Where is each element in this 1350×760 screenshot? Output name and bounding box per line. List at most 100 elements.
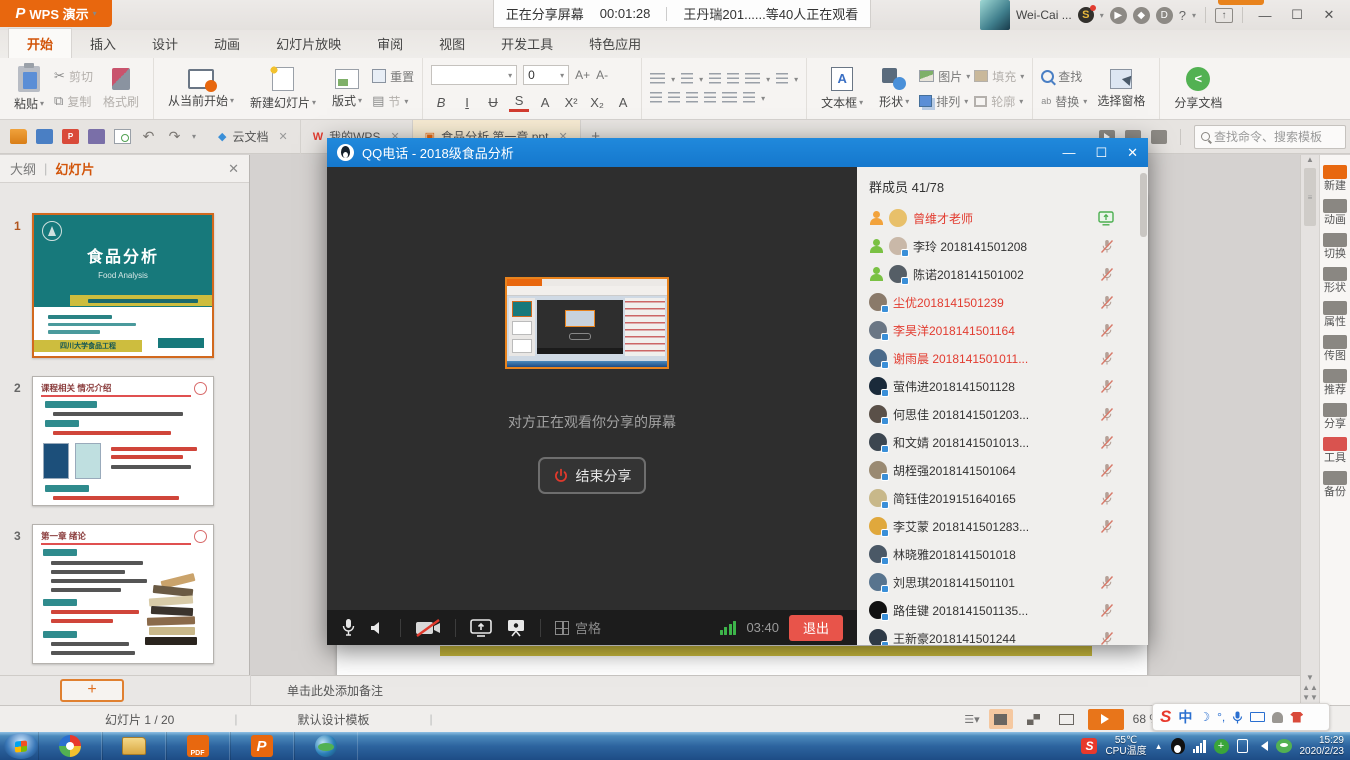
font-size-select[interactable]: 0▾ (523, 65, 569, 85)
shrink-font-button[interactable]: A- (596, 68, 608, 82)
task-pane-item[interactable]: 属性 (1323, 301, 1347, 328)
skin-icon[interactable] (1290, 712, 1303, 723)
numbered-list-icon[interactable] (681, 73, 693, 85)
sogou-logo-icon[interactable]: S (1160, 707, 1171, 727)
task-pane-item[interactable]: 分享 (1323, 403, 1347, 430)
add-slide-button[interactable]: + (60, 679, 124, 702)
maximize-button[interactable]: ☐ (1284, 4, 1310, 26)
font-style-button[interactable]: A (613, 92, 633, 112)
format-painter-button[interactable]: 格式刷 (97, 60, 145, 117)
taskbar-explorer-button[interactable] (102, 732, 166, 760)
slideshow-play-button[interactable] (1088, 709, 1124, 730)
copy-button[interactable]: ⧉复制 (54, 93, 93, 110)
account-dropdown-icon[interactable]: ▾ (1100, 11, 1104, 20)
font-style-button[interactable]: S (509, 92, 529, 112)
font-style-button[interactable]: I (457, 92, 477, 112)
mic-muted-icon[interactable] (1100, 435, 1114, 453)
save-icon[interactable] (36, 129, 53, 144)
arrange-button[interactable]: 排列▾ (919, 93, 970, 110)
design-template-label[interactable]: 默认设计模板 (297, 711, 369, 728)
member-row[interactable]: 简钰佳2019151640165 (857, 484, 1148, 512)
quick-access-dropdown-icon[interactable]: ▾ (192, 132, 196, 141)
text-direction-icon[interactable] (745, 73, 760, 85)
system-clock[interactable]: 15:292020/2/23 (1300, 735, 1345, 757)
member-row[interactable]: 王新豪2018141501244 (857, 624, 1148, 645)
mic-muted-icon[interactable] (1100, 631, 1114, 645)
slide-thumbnail-3[interactable]: 第一章 绪论 (32, 524, 214, 664)
taskbar-browser-button[interactable] (38, 732, 102, 760)
punctuation-icon[interactable]: °, (1217, 710, 1225, 724)
font-style-button[interactable]: B (431, 92, 451, 112)
member-row[interactable]: 李昊洋2018141501164 (857, 316, 1148, 344)
cut-button[interactable]: ✂剪切 (54, 68, 93, 85)
new-slide-button[interactable]: 新建幻灯片▾ (244, 60, 322, 117)
font-style-button[interactable]: X₂ (587, 92, 607, 112)
member-row[interactable]: 尘优2018141501239 (857, 288, 1148, 316)
ribbon-tab[interactable]: 幻灯片放映 (258, 29, 359, 58)
camera-off-button[interactable] (415, 619, 441, 637)
slides-tab[interactable]: 幻灯片 (55, 159, 94, 178)
reading-view-button[interactable] (1055, 709, 1079, 729)
font-style-button[interactable]: U (483, 92, 503, 112)
exit-call-button[interactable]: 退出 (789, 615, 843, 641)
member-row[interactable]: 和文婧 2018141501013... (857, 428, 1148, 456)
task-pane-item[interactable]: 工具 (1323, 437, 1347, 464)
member-row[interactable]: 李玲 2018141501208 (857, 232, 1148, 260)
command-search-box[interactable] (1194, 125, 1346, 149)
member-row[interactable]: 李艾蒙 2018141501283... (857, 512, 1148, 540)
help-dropdown-icon[interactable]: ▾ (1192, 11, 1196, 20)
document-tab[interactable]: ◆ 云文档 ✕ (206, 120, 301, 154)
member-row[interactable]: 刘思琪2018141501101 (857, 568, 1148, 596)
viewing-screen-icon[interactable] (1098, 211, 1114, 229)
section-button[interactable]: ▤节▾ (372, 93, 414, 110)
ribbon-tab[interactable]: 视图 (421, 29, 483, 58)
task-pane-item[interactable]: 形状 (1323, 267, 1347, 294)
find-button[interactable]: 查找 (1041, 68, 1087, 85)
increase-indent-icon[interactable] (727, 73, 739, 85)
mic-muted-icon[interactable] (1100, 463, 1114, 481)
undo-icon[interactable]: ↶ (140, 129, 157, 144)
picture-button[interactable]: 图片▾ (919, 68, 970, 85)
scroll-up-icon[interactable]: ▲ (1301, 155, 1319, 164)
ribbon-tab[interactable]: 设计 (134, 29, 196, 58)
ribbon-tab[interactable]: 审阅 (359, 29, 421, 58)
open-file-icon[interactable] (10, 129, 27, 144)
member-row[interactable]: 曾维才老师 (857, 204, 1148, 232)
wechat-tray-icon[interactable] (1276, 739, 1292, 753)
align-center-icon[interactable] (668, 92, 680, 104)
font-family-select[interactable]: ▾ (431, 65, 517, 85)
task-pane-item[interactable]: 推荐 (1323, 369, 1347, 396)
share-document-button[interactable]: <分享文档 (1168, 60, 1228, 117)
minimize-button[interactable]: — (1252, 4, 1278, 26)
previous-slide-icon[interactable]: ▲▲ (1301, 683, 1319, 693)
task-pane-item[interactable]: 切换 (1323, 233, 1347, 260)
task-pane-item[interactable]: 动画 (1323, 199, 1347, 226)
ribbon-tab[interactable]: 开始 (8, 28, 72, 58)
speaker-button[interactable] (370, 620, 386, 636)
account-name[interactable]: Wei-Cai ... (1016, 8, 1072, 22)
power-tray-icon[interactable] (1237, 739, 1248, 753)
qq-close-button[interactable]: ✕ (1127, 145, 1138, 161)
task-pane-item[interactable]: 传图 (1323, 335, 1347, 362)
print-preview-icon[interactable] (114, 129, 131, 144)
start-button[interactable] (4, 733, 38, 759)
fullhalf-width-icon[interactable]: ☽ (1199, 710, 1210, 724)
ribbon-tab[interactable]: 特色应用 (571, 29, 659, 58)
taskbar-pdf-button[interactable]: PDF (166, 732, 230, 760)
account-icon[interactable] (1272, 712, 1283, 723)
font-style-button[interactable]: X² (561, 92, 581, 112)
text-frame-icon[interactable] (776, 73, 788, 85)
export-pdf-icon[interactable]: P (62, 129, 79, 144)
member-row[interactable]: 萤伟进2018141501128 (857, 372, 1148, 400)
member-row[interactable]: 胡桎强2018141501064 (857, 456, 1148, 484)
slide-sorter-view-button[interactable] (1022, 709, 1046, 729)
slide-thumbnail-2[interactable]: 课程相关 情况介绍 (32, 376, 214, 506)
columns-icon[interactable] (743, 92, 755, 104)
ribbon-tab[interactable]: 动画 (196, 29, 258, 58)
qq-maximize-button[interactable]: ☐ (1095, 145, 1107, 161)
member-row[interactable]: 路佳键 2018141501135... (857, 596, 1148, 624)
grow-font-button[interactable]: A+ (575, 68, 590, 82)
member-row[interactable]: 林晓雅2018141501018 (857, 540, 1148, 568)
member-row[interactable]: 何思佳 2018141501203... (857, 400, 1148, 428)
print-icon[interactable] (88, 129, 105, 144)
